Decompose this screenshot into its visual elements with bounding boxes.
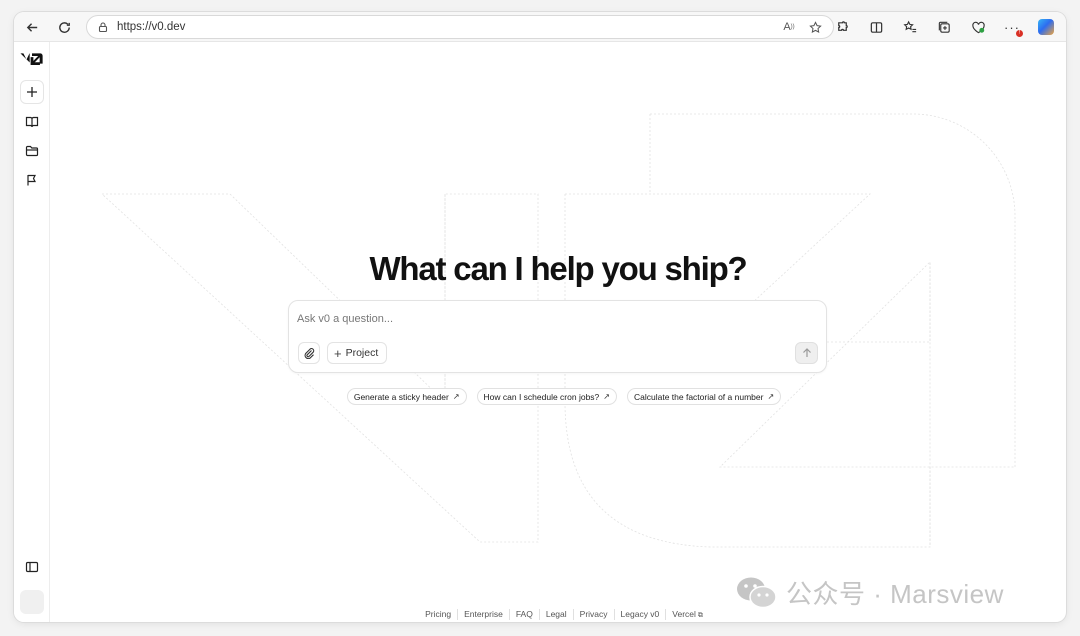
address-bar[interactable]: https://v0.dev A)) <box>86 15 834 39</box>
projects-button[interactable] <box>20 139 44 163</box>
avatar[interactable] <box>20 590 44 614</box>
prompt-input[interactable] <box>297 309 797 329</box>
puzzle-icon[interactable] <box>828 14 856 40</box>
prompt-box: + Project <box>288 300 827 373</box>
read-aloud-icon[interactable]: A)) <box>781 19 797 35</box>
url-text[interactable]: https://v0.dev <box>117 21 185 33</box>
external-link-icon: ⧉ <box>697 612 703 619</box>
suggestion-chips: Generate a sticky header ↗ How can I sch… <box>50 388 1066 405</box>
main-content: What can I help you ship? + Project Gene… <box>50 42 1066 622</box>
add-project-button[interactable]: + Project <box>327 342 388 364</box>
notification-badge: ! <box>1016 30 1023 37</box>
footer-link-faq[interactable]: FAQ <box>508 609 539 620</box>
toggle-sidebar-button[interactable] <box>20 555 44 579</box>
star-icon[interactable] <box>807 19 823 35</box>
copilot-icon[interactable] <box>1032 14 1060 40</box>
page-title: What can I help you ship? <box>369 250 747 287</box>
suggestion-chip[interactable]: Generate a sticky header ↗ <box>346 388 467 405</box>
browser-window: https://v0.dev A)) ··· ! What can I help… <box>14 12 1066 622</box>
lock-icon[interactable] <box>97 21 109 33</box>
feedback-button[interactable] <box>20 168 44 192</box>
arrow-up-icon <box>802 348 811 357</box>
heart-pulse-icon[interactable] <box>964 14 992 40</box>
arrow-up-right-icon: ↗ <box>603 392 610 401</box>
arrow-up-right-icon: ↗ <box>767 392 775 401</box>
wechat-icon <box>736 576 778 610</box>
footer-link-enterprise[interactable]: Enterprise <box>457 609 509 620</box>
reload-icon[interactable] <box>50 14 78 40</box>
footer-link-pricing[interactable]: Pricing <box>419 609 457 620</box>
footer-link-legacy[interactable]: Legacy v0 <box>613 609 666 620</box>
collections-icon[interactable] <box>930 14 958 40</box>
arrow-up-right-icon: ↗ <box>452 392 460 401</box>
footer-link-legal[interactable]: Legal <box>538 609 573 620</box>
arrow-left-icon[interactable] <box>18 14 46 40</box>
v0-logo[interactable] <box>20 51 44 65</box>
favorites-list-icon[interactable] <box>896 14 924 40</box>
watermark-text: 公众号 · Marsview <box>786 579 1004 609</box>
more-icon[interactable]: ··· ! <box>998 14 1026 40</box>
browser-toolbar: https://v0.dev A)) ··· ! <box>14 12 1066 42</box>
watermark: 公众号 · Marsview <box>736 574 1004 611</box>
split-screen-icon[interactable] <box>862 14 890 40</box>
plus-icon <box>27 87 37 97</box>
attach-button[interactable] <box>298 342 320 364</box>
book-icon <box>25 116 39 128</box>
flag-icon <box>27 174 36 186</box>
library-button[interactable] <box>20 110 44 134</box>
folder-icon <box>25 145 39 157</box>
footer-link-vercel[interactable]: Vercel ⧉ <box>665 609 709 620</box>
paperclip-icon <box>304 348 315 359</box>
suggestion-chip[interactable]: Calculate the factorial of a number ↗ <box>626 388 782 405</box>
footer-link-privacy[interactable]: Privacy <box>572 609 614 620</box>
send-button[interactable] <box>795 342 818 364</box>
suggestion-chip[interactable]: How can I schedule cron jobs? ↗ <box>476 388 617 405</box>
project-label: Project <box>345 347 379 359</box>
new-chat-button[interactable] <box>20 80 44 104</box>
plus-icon: + <box>334 345 342 361</box>
left-sidebar <box>14 42 50 622</box>
sidebar-panel-icon <box>25 561 39 573</box>
